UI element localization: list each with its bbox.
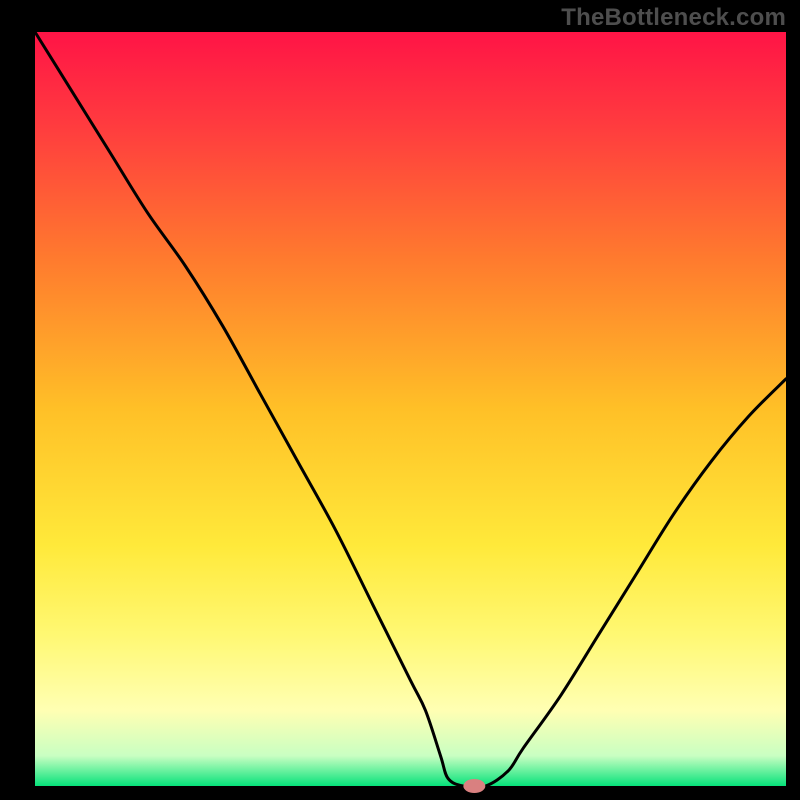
optimal-marker bbox=[463, 779, 485, 793]
chart-frame: TheBottleneck.com bbox=[0, 0, 800, 800]
bottleneck-chart bbox=[0, 0, 800, 800]
plot-background bbox=[35, 32, 786, 786]
